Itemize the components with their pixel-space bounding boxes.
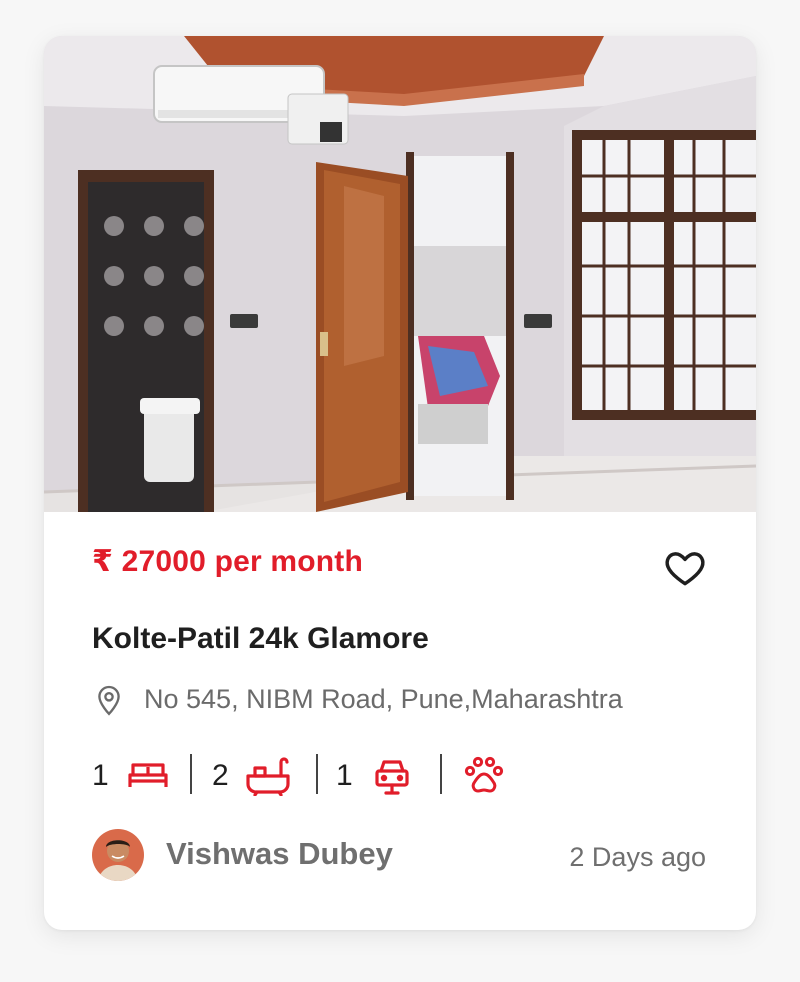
bathroom-count: 2 (212, 759, 229, 792)
paw-icon (464, 756, 504, 793)
bathtub-icon (246, 757, 290, 796)
agent-avatar[interactable] (92, 829, 144, 881)
property-photo[interactable] (44, 36, 756, 512)
listing-price: ₹ 27000 per month (92, 545, 364, 578)
bed-icon (128, 763, 168, 787)
location-pin-icon (98, 685, 120, 716)
posted-time: 2 Days ago (569, 842, 706, 872)
bathroom-count-group: 2 (212, 756, 291, 796)
feature-divider (440, 754, 442, 794)
listing-address: No 545, NIBM Road, Pune,Maharashtra (144, 684, 623, 714)
bedroom-count-group: 1 (92, 756, 169, 796)
feature-divider (316, 754, 318, 794)
listing-title[interactable]: Kolte-Patil 24k Glamore (92, 622, 429, 656)
agent-name[interactable]: Vishwas Dubey (166, 836, 393, 872)
parking-count-group: 1 (336, 756, 411, 796)
bedroom-count: 1 (92, 759, 109, 792)
pets-allowed-group (462, 756, 506, 796)
car-icon (375, 760, 409, 795)
property-card[interactable]: ₹ 27000 per month Kolte-Patil 24k Glamor… (44, 36, 756, 930)
parking-count: 1 (336, 759, 353, 792)
favorite-heart-icon[interactable] (662, 546, 708, 590)
feature-divider (190, 754, 192, 794)
